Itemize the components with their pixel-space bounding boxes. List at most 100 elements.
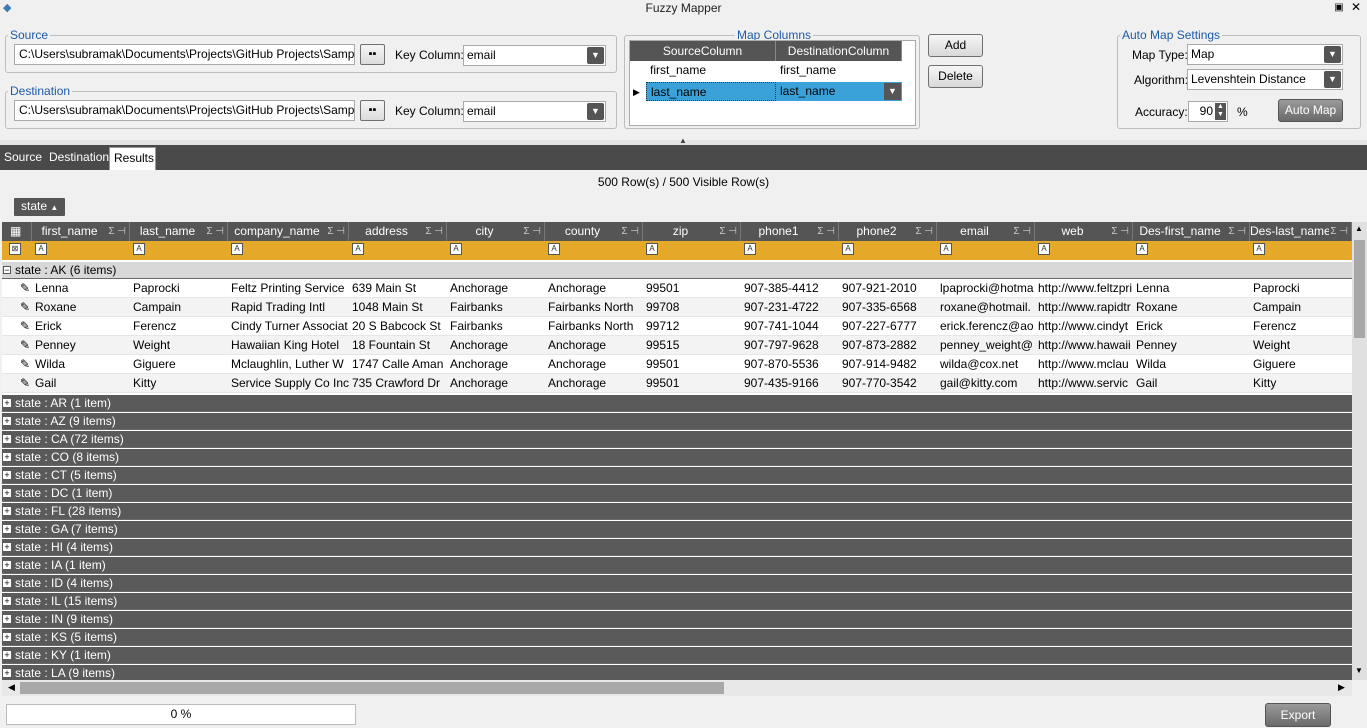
summary-pin-icon[interactable]: Σ ⊣ <box>817 222 835 241</box>
table-cell[interactable]: Fairbanks <box>447 317 545 336</box>
table-cell[interactable]: Weight <box>130 336 228 355</box>
scroll-right-icon[interactable]: ▶ <box>1338 682 1345 693</box>
summary-pin-icon[interactable]: Σ ⊣ <box>621 222 639 241</box>
group-row[interactable]: + state : KS (5 items) <box>2 629 1352 646</box>
summary-pin-icon[interactable]: Σ ⊣ <box>327 222 345 241</box>
summary-pin-icon[interactable]: Σ ⊣ <box>523 222 541 241</box>
column-header[interactable]: phone2 Σ ⊣ <box>839 222 937 241</box>
group-row[interactable]: + state : LA (9 items) <box>2 665 1352 680</box>
summary-pin-icon[interactable]: Σ ⊣ <box>1013 222 1031 241</box>
table-cell[interactable]: 735 Crawford Dr <box>349 374 447 393</box>
table-cell[interactable]: Anchorage <box>545 279 643 298</box>
expand-icon[interactable]: + <box>3 633 11 642</box>
filter-icon[interactable]: A <box>744 243 756 255</box>
table-cell[interactable]: Gail <box>1133 374 1250 393</box>
table-cell[interactable]: wilda@cox.net <box>937 355 1035 374</box>
map-columns-grid[interactable]: SourceColumn DestinationColumn first_nam… <box>629 40 916 126</box>
expand-icon[interactable]: + <box>3 435 11 444</box>
table-cell[interactable]: http://www.servic <box>1035 374 1133 393</box>
expand-icon[interactable]: + <box>3 453 11 462</box>
table-row[interactable]: ✎ Penney Weight Hawaiian King Hotel 18 Fount… <box>2 336 1352 355</box>
expand-icon[interactable]: + <box>3 507 11 516</box>
table-cell[interactable]: 907-770-3542 <box>839 374 937 393</box>
map-destination-cell[interactable]: first_name <box>776 61 902 80</box>
group-row[interactable]: + state : IA (1 item) <box>2 557 1352 574</box>
group-row[interactable]: + state : ID (4 items) <box>2 575 1352 592</box>
edit-pencil-icon[interactable]: ✎ <box>20 355 30 374</box>
table-cell[interactable]: Fairbanks North <box>545 317 643 336</box>
table-cell[interactable]: Anchorage <box>545 355 643 374</box>
table-cell[interactable]: 1747 Calle Aman <box>349 355 447 374</box>
table-row[interactable]: ✎ Gail Kitty Service Supply Co Inc 735 Crawf… <box>2 374 1352 393</box>
spin-arrows-icon[interactable]: ▲ ▼ <box>1215 103 1226 120</box>
table-row[interactable]: ✎ Erick Ferencz Cindy Turner Associat 20 S B… <box>2 317 1352 336</box>
column-header[interactable]: zip Σ ⊣ <box>643 222 741 241</box>
table-cell[interactable]: Fairbanks <box>447 298 545 317</box>
summary-pin-icon[interactable]: Σ ⊣ <box>425 222 443 241</box>
filter-icon[interactable]: A <box>646 243 658 255</box>
table-cell[interactable]: Ferencz <box>130 317 228 336</box>
table-cell[interactable]: 1048 Main St <box>349 298 447 317</box>
table-cell[interactable]: 907-914-9482 <box>839 355 937 374</box>
table-cell[interactable]: Paprocki <box>130 279 228 298</box>
summary-pin-icon[interactable]: Σ ⊣ <box>1228 222 1246 241</box>
table-cell[interactable]: Anchorage <box>447 336 545 355</box>
horizontal-scrollbar[interactable]: ◀ ▶ <box>2 680 1352 696</box>
filter-icon[interactable]: A <box>35 243 47 255</box>
group-row[interactable]: + state : KY (1 item) <box>2 647 1352 664</box>
table-cell[interactable]: erick.ferencz@ao <box>937 317 1035 336</box>
table-cell[interactable]: Lenna <box>1133 279 1250 298</box>
table-cell[interactable]: Paprocki <box>1250 279 1352 298</box>
filter-icon[interactable]: A <box>1038 243 1050 255</box>
table-cell[interactable]: Cindy Turner Associat <box>228 317 349 336</box>
expand-icon[interactable]: + <box>3 399 11 408</box>
scroll-down-icon[interactable]: ▼ <box>1355 666 1363 675</box>
group-row-open[interactable]: − state : AK (6 items) <box>2 262 1352 279</box>
column-header[interactable]: phone1 Σ ⊣ <box>741 222 839 241</box>
group-row[interactable]: + state : IN (9 items) <box>2 611 1352 628</box>
table-cell[interactable]: http://www.feltzpri <box>1035 279 1133 298</box>
table-cell[interactable]: Erick <box>1133 317 1250 336</box>
table-cell[interactable]: Ferencz <box>1250 317 1352 336</box>
edit-pencil-icon[interactable]: ✎ <box>20 279 30 298</box>
group-row[interactable]: + state : DC (1 item) <box>2 485 1352 502</box>
table-cell[interactable]: 907-873-2882 <box>839 336 937 355</box>
vertical-scroll-thumb[interactable] <box>1354 240 1365 338</box>
expand-icon[interactable]: + <box>3 471 11 480</box>
table-cell[interactable]: Lenna <box>32 279 130 298</box>
summary-pin-icon[interactable]: Σ ⊣ <box>1111 222 1129 241</box>
group-row[interactable]: + state : CO (8 items) <box>2 449 1352 466</box>
table-row[interactable]: ✎ Lenna Paprocki Feltz Printing Service 639 … <box>2 279 1352 298</box>
scroll-left-icon[interactable]: ◀ <box>8 682 15 693</box>
source-column-header[interactable]: SourceColumn <box>630 41 776 61</box>
table-cell[interactable]: 907-385-4412 <box>741 279 839 298</box>
expand-icon[interactable]: + <box>3 597 11 606</box>
filter-icon[interactable]: A <box>842 243 854 255</box>
table-cell[interactable]: Campain <box>1250 298 1352 317</box>
table-cell[interactable]: 99501 <box>643 279 741 298</box>
close-icon[interactable]: ✕ <box>1348 0 1364 15</box>
destination-browse-button[interactable]: ▪▪ <box>360 100 385 121</box>
filter-icon[interactable]: A <box>940 243 952 255</box>
table-cell[interactable]: Kitty <box>1250 374 1352 393</box>
horizontal-scroll-thumb[interactable] <box>20 682 724 694</box>
column-header[interactable]: address Σ ⊣ <box>349 222 447 241</box>
table-cell[interactable]: Anchorage <box>447 374 545 393</box>
table-cell[interactable]: Roxane <box>1133 298 1250 317</box>
expand-icon[interactable]: + <box>3 579 11 588</box>
expand-icon[interactable]: + <box>3 543 11 552</box>
edit-pencil-icon[interactable]: ✎ <box>20 317 30 336</box>
expand-icon[interactable]: + <box>3 651 11 660</box>
expand-icon[interactable]: + <box>3 561 11 570</box>
column-header[interactable]: county Σ ⊣ <box>545 222 643 241</box>
summary-pin-icon[interactable]: Σ ⊣ <box>1330 222 1348 241</box>
table-cell[interactable]: Wilda <box>1133 355 1250 374</box>
splitter-grip-icon[interactable]: ▲ <box>666 137 700 145</box>
source-browse-button[interactable]: ▪▪ <box>360 44 385 65</box>
source-path-field[interactable]: C:\Users\subramak\Documents\Projects\Git… <box>14 44 355 65</box>
expand-icon[interactable]: + <box>3 525 11 534</box>
table-cell[interactable]: 907-435-9166 <box>741 374 839 393</box>
tab-results[interactable]: Results <box>109 147 156 170</box>
table-row[interactable]: ✎ Roxane Campain Rapid Trading Intl 1048 Mai… <box>2 298 1352 317</box>
summary-pin-icon[interactable]: Σ ⊣ <box>915 222 933 241</box>
